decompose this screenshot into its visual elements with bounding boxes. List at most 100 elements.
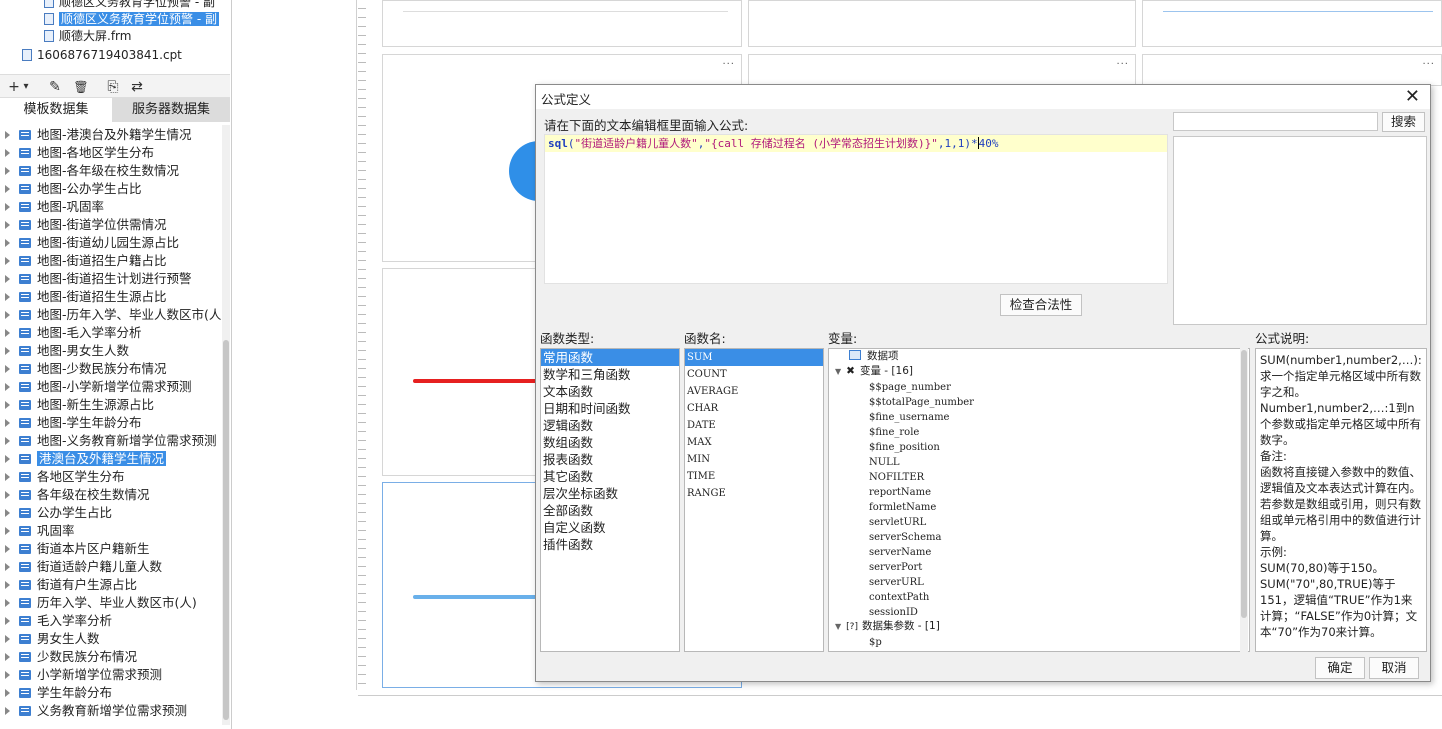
chevron-right-icon[interactable] bbox=[5, 509, 10, 517]
function-search-input[interactable] bbox=[1173, 112, 1378, 131]
chart-panel-6[interactable]: ··· bbox=[1142, 54, 1442, 86]
formula-line[interactable]: sql("街道适龄户籍儿童人数","{call 存储过程名 (小学常态招生计划数… bbox=[545, 135, 1167, 152]
dataset-item[interactable]: 地图-历年入学、毕业人数区市(人 bbox=[0, 306, 222, 324]
category-item[interactable]: 其它函数 bbox=[541, 468, 679, 485]
function-list[interactable]: SUM COUNT AVERAGE CHAR DATE MAX MIN TIME RANGE bbox=[684, 348, 824, 652]
dataset-item[interactable]: 地图-街道招生户籍占比 bbox=[0, 252, 222, 270]
chevron-right-icon[interactable] bbox=[5, 401, 10, 409]
variable-item[interactable]: $$totalPage_number bbox=[869, 395, 974, 410]
dataset-item[interactable]: 学生年龄分布 bbox=[0, 684, 222, 702]
category-item[interactable]: 自定义函数 bbox=[541, 519, 679, 536]
variable-scrollbar[interactable] bbox=[1240, 348, 1248, 652]
preview-icon[interactable]: ⎘ bbox=[104, 78, 122, 96]
function-item[interactable]: TIME bbox=[685, 468, 823, 485]
function-item[interactable]: COUNT bbox=[685, 366, 823, 383]
tab-template-dataset[interactable]: 模板数据集 bbox=[0, 98, 112, 122]
function-item[interactable]: AVERAGE bbox=[685, 383, 823, 400]
chevron-right-icon[interactable] bbox=[5, 689, 10, 697]
tab-server-dataset[interactable]: 服务器数据集 bbox=[112, 98, 230, 122]
close-icon[interactable]: ✕ bbox=[1405, 86, 1420, 108]
category-list[interactable]: 常用函数 数学和三角函数 文本函数 日期和时间函数 逻辑函数 数组函数 报表函数 其它函数 层次… bbox=[540, 348, 680, 652]
check-validity-button[interactable]: 检查合法性 bbox=[1000, 294, 1082, 316]
dataset-item[interactable]: 公办学生占比 bbox=[0, 504, 222, 522]
chevron-right-icon[interactable] bbox=[5, 329, 10, 337]
chevron-right-icon[interactable] bbox=[5, 455, 10, 463]
variable-item[interactable]: serverSchema bbox=[869, 530, 941, 545]
chevron-right-icon[interactable] bbox=[5, 131, 10, 139]
chevron-right-icon[interactable] bbox=[5, 221, 10, 229]
chevron-right-icon[interactable] bbox=[5, 635, 10, 643]
variable-item[interactable]: serverURL bbox=[869, 575, 924, 590]
chart-panel-3[interactable] bbox=[1142, 0, 1442, 47]
category-item[interactable]: 逻辑函数 bbox=[541, 417, 679, 434]
add-dataset-button[interactable]: + bbox=[6, 78, 22, 96]
dataset-item[interactable]: 各年级在校生数情况 bbox=[0, 486, 222, 504]
category-item[interactable]: 数学和三角函数 bbox=[541, 366, 679, 383]
chevron-right-icon[interactable] bbox=[5, 293, 10, 301]
dataset-item[interactable]: 巩固率 bbox=[0, 522, 222, 540]
dataset-item[interactable]: 地图-公办学生占比 bbox=[0, 180, 222, 198]
chevron-right-icon[interactable] bbox=[5, 581, 10, 589]
dataset-item[interactable]: 地图-街道招生生源占比 bbox=[0, 288, 222, 306]
chevron-right-icon[interactable] bbox=[5, 491, 10, 499]
variable-item[interactable]: NOFILTER bbox=[869, 470, 924, 485]
dataset-item[interactable]: 街道本片区户籍新生 bbox=[0, 540, 222, 558]
chart-panel-2[interactable] bbox=[748, 0, 1136, 47]
dataset-item[interactable]: 街道适龄户籍儿童人数 bbox=[0, 558, 222, 576]
search-results-list[interactable] bbox=[1173, 136, 1427, 325]
ok-button[interactable]: 确定 bbox=[1315, 657, 1365, 679]
dataset-item[interactable]: 街道有户生源占比 bbox=[0, 576, 222, 594]
dataset-item[interactable]: 小学新增学位需求预测 bbox=[0, 666, 222, 684]
category-item[interactable]: 文本函数 bbox=[541, 383, 679, 400]
panel-menu-icon[interactable]: ··· bbox=[1422, 59, 1435, 70]
chevron-right-icon[interactable] bbox=[5, 167, 10, 175]
chevron-right-icon[interactable] bbox=[5, 671, 10, 679]
chevron-right-icon[interactable] bbox=[5, 383, 10, 391]
dataset-item[interactable]: 地图-男女生人数 bbox=[0, 342, 222, 360]
chevron-right-icon[interactable] bbox=[5, 527, 10, 535]
dataset-item[interactable]: 地图-街道招生计划进行预警 bbox=[0, 270, 222, 288]
variable-item[interactable]: $fine_username bbox=[869, 410, 949, 425]
category-item[interactable]: 报表函数 bbox=[541, 451, 679, 468]
chevron-right-icon[interactable] bbox=[5, 347, 10, 355]
chevron-right-icon[interactable] bbox=[5, 203, 10, 211]
dataset-item[interactable]: 地图-街道幼儿园生源占比 bbox=[0, 234, 222, 252]
variable-item[interactable]: reportName bbox=[869, 485, 931, 500]
chevron-right-icon[interactable] bbox=[5, 185, 10, 193]
swap-icon[interactable]: ⇄ bbox=[128, 78, 146, 96]
variable-item[interactable]: $$page_number bbox=[869, 380, 951, 395]
variable-item[interactable]: NULL bbox=[869, 455, 899, 470]
dataset-item[interactable]: 地图-少数民族分布情况 bbox=[0, 360, 222, 378]
chevron-right-icon[interactable] bbox=[5, 419, 10, 427]
dataset-item[interactable]: 毛入学率分析 bbox=[0, 612, 222, 630]
chart-panel-1[interactable] bbox=[382, 0, 742, 47]
chevron-right-icon[interactable] bbox=[5, 599, 10, 607]
chevron-right-icon[interactable] bbox=[5, 311, 10, 319]
dataset-item[interactable]: 地图-各年级在校生数情况 bbox=[0, 162, 222, 180]
chevron-down-icon[interactable]: ▾ bbox=[21, 78, 31, 96]
dataset-item[interactable]: 地图-港澳台及外籍学生情况 bbox=[0, 126, 222, 144]
dataset-item[interactable]: 地图-各地区学生分布 bbox=[0, 144, 222, 162]
chevron-right-icon[interactable] bbox=[5, 365, 10, 373]
dataset-item[interactable]: 男女生人数 bbox=[0, 630, 222, 648]
dataset-item[interactable]: 地图-巩固率 bbox=[0, 198, 222, 216]
scrollbar-thumb[interactable] bbox=[223, 340, 229, 720]
tree-item-param[interactable]: $p bbox=[869, 635, 882, 650]
chart-panel-5[interactable]: ··· bbox=[748, 54, 1136, 86]
chevron-right-icon[interactable] bbox=[5, 563, 10, 571]
dialog-titlebar[interactable]: 公式定义 ✕ bbox=[536, 85, 1430, 109]
function-item[interactable]: DATE bbox=[685, 417, 823, 434]
chevron-right-icon[interactable] bbox=[5, 545, 10, 553]
category-item[interactable]: 插件函数 bbox=[541, 536, 679, 553]
search-button[interactable]: 搜索 bbox=[1382, 112, 1425, 132]
dataset-item[interactable]: 历年入学、毕业人数区市(人) bbox=[0, 594, 222, 612]
tree-item-data-item[interactable]: 数据项 bbox=[835, 349, 899, 364]
function-item[interactable]: MAX bbox=[685, 434, 823, 451]
variable-item[interactable]: serverPort bbox=[869, 560, 922, 575]
variable-tree[interactable]: 数据项 ▼ ✖ 变量 - [16] $$page_number $$totalPage… bbox=[828, 348, 1250, 652]
dataset-item[interactable]: 港澳台及外籍学生情况 bbox=[0, 450, 222, 468]
dataset-item[interactable]: 少数民族分布情况 bbox=[0, 648, 222, 666]
dataset-item[interactable]: 地图-毛入学率分析 bbox=[0, 324, 222, 342]
formula-editor[interactable]: sql("街道适龄户籍儿童人数","{call 存储过程名 (小学常态招生计划数… bbox=[544, 134, 1168, 284]
dataset-item[interactable]: 地图-义务教育新增学位需求预测 bbox=[0, 432, 222, 450]
